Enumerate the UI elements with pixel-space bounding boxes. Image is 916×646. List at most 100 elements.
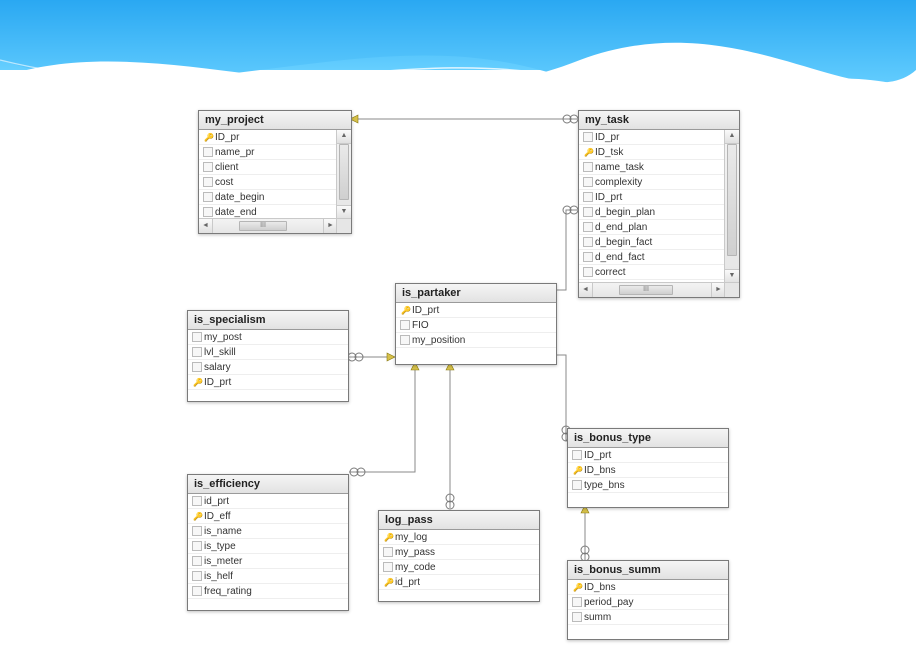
vertical-scrollbar[interactable]: ▲ ▼: [336, 130, 351, 219]
column-name: my_pass: [395, 547, 435, 558]
table-column-row[interactable]: period_pay: [568, 595, 728, 610]
column-icon: [192, 525, 204, 537]
table-title: is_bonus_type: [568, 429, 728, 448]
er-diagram-canvas[interactable]: my_project 🔑ID_prname_prclientcostdate_b…: [0, 0, 916, 646]
table-column-row[interactable]: 🔑my_log: [379, 530, 539, 545]
table-column-row[interactable]: lvl_skill: [188, 345, 348, 360]
scroll-thumb[interactable]: [339, 144, 349, 200]
table-columns: 🔑ID_prname_prclientcostdate_begindate_en…: [199, 130, 337, 220]
column-icon: [583, 176, 595, 188]
column-name: is_helf: [204, 571, 233, 582]
table-columns: ID_pr🔑ID_tskname_taskcomplexity ID_prt d_b…: [579, 130, 725, 280]
table-column-row[interactable]: is_meter: [188, 554, 348, 569]
table-title: my_task: [579, 111, 739, 130]
scroll-down-icon[interactable]: ▼: [725, 269, 739, 283]
table-log_pass[interactable]: log_pass 🔑my_logmy_passmy_code🔑id_prt: [378, 510, 540, 602]
table-column-row[interactable]: d_begin_plan: [579, 205, 725, 220]
column-icon: [572, 611, 584, 623]
table-column-row[interactable]: type_bns: [568, 478, 728, 493]
table-column-row[interactable]: d_end_fact: [579, 250, 725, 265]
horizontal-scrollbar[interactable]: ◄ III ►: [199, 218, 337, 233]
table-is_bonus_type[interactable]: is_bonus_type ID_prt🔑ID_bnstype_bns: [567, 428, 729, 508]
horizontal-scrollbar[interactable]: ◄ III ►: [579, 282, 725, 297]
scroll-left-icon[interactable]: ◄: [579, 283, 593, 297]
scroll-up-icon[interactable]: ▲: [337, 130, 351, 144]
table-column-row[interactable]: cost: [199, 175, 337, 190]
scroll-corner: [336, 218, 351, 233]
column-name: cost: [215, 177, 233, 188]
column-name: d_end_fact: [595, 252, 645, 263]
table-is_partaker[interactable]: is_partaker 🔑ID_prtFIOmy_position: [395, 283, 557, 365]
column-name: ID_prt: [595, 192, 622, 203]
table-is_specialism[interactable]: is_specialism my_postlvl_skillsalary🔑ID_…: [187, 310, 349, 402]
scroll-thumb[interactable]: [727, 144, 737, 256]
primary-key-icon: 🔑: [383, 576, 395, 588]
scroll-thumb[interactable]: III: [619, 285, 673, 295]
table-column-row[interactable]: 🔑ID_tsk: [579, 145, 725, 160]
vertical-scrollbar[interactable]: ▲ ▼: [724, 130, 739, 283]
column-icon: [192, 585, 204, 597]
scroll-left-icon[interactable]: ◄: [199, 219, 213, 233]
scroll-right-icon[interactable]: ►: [711, 283, 725, 297]
table-column-row[interactable]: 🔑ID_prt: [188, 375, 348, 390]
column-name: id_prt: [204, 496, 229, 507]
table-column-row[interactable]: complexity: [579, 175, 725, 190]
column-icon: [192, 346, 204, 358]
table-column-row[interactable]: my_post: [188, 330, 348, 345]
column-name: freq_rating: [204, 586, 252, 597]
table-column-row[interactable]: client: [199, 160, 337, 175]
column-name: ID_bns: [584, 465, 616, 476]
table-column-row[interactable]: is_type: [188, 539, 348, 554]
table-columns: ID_prt🔑ID_bnstype_bns: [568, 448, 728, 493]
table-column-row[interactable]: summ: [568, 610, 728, 625]
table-column-row[interactable]: date_begin: [199, 190, 337, 205]
table-my_task[interactable]: my_task ID_pr🔑ID_tskname_taskcomplexityI…: [578, 110, 740, 298]
scroll-right-icon[interactable]: ►: [323, 219, 337, 233]
column-name: period_pay: [584, 597, 633, 608]
column-icon: [203, 191, 215, 203]
table-column-row[interactable]: 🔑ID_bns: [568, 463, 728, 478]
column-icon: [192, 570, 204, 582]
table-column-row[interactable]: my_pass: [379, 545, 539, 560]
scroll-up-icon[interactable]: ▲: [725, 130, 739, 144]
table-my_project[interactable]: my_project 🔑ID_prname_prclientcostdate_b…: [198, 110, 352, 234]
column-name: is_meter: [204, 556, 242, 567]
table-column-row[interactable]: d_end_plan: [579, 220, 725, 235]
table-columns: id_prt 🔑ID_effis_name is_type is_meter is_he…: [188, 494, 348, 599]
table-column-row[interactable]: 🔑ID_pr: [199, 130, 337, 145]
table-column-row[interactable]: name_pr: [199, 145, 337, 160]
table-column-row[interactable]: salary: [188, 360, 348, 375]
column-name: is_type: [204, 541, 236, 552]
table-column-row[interactable]: my_position: [396, 333, 556, 348]
table-column-row[interactable]: 🔑id_prt: [379, 575, 539, 590]
primary-key-icon: 🔑: [572, 581, 584, 593]
table-column-row[interactable]: is_helf: [188, 569, 348, 584]
scroll-down-icon[interactable]: ▼: [337, 205, 351, 219]
table-is_bonus_summ[interactable]: is_bonus_summ 🔑ID_bns period_paysumm: [567, 560, 729, 640]
table-column-row[interactable]: my_code: [379, 560, 539, 575]
table-column-row[interactable]: correct: [579, 265, 725, 280]
table-column-row[interactable]: 🔑ID_prt: [396, 303, 556, 318]
table-column-row[interactable]: 🔑ID_eff: [188, 509, 348, 524]
table-column-row[interactable]: freq_rating: [188, 584, 348, 599]
column-icon: [583, 236, 595, 248]
table-is_efficiency[interactable]: is_efficiency id_prt🔑ID_effis_nameis_typ…: [187, 474, 349, 611]
column-icon: [583, 161, 595, 173]
column-icon: [583, 251, 595, 263]
table-title: is_bonus_summ: [568, 561, 728, 580]
table-column-row[interactable]: ID_pr: [579, 130, 725, 145]
table-column-row[interactable]: 🔑ID_bns: [568, 580, 728, 595]
table-column-row[interactable]: id_prt: [188, 494, 348, 509]
column-name: ID_prt: [204, 377, 231, 388]
column-name: d_begin_fact: [595, 237, 652, 248]
column-name: ID_tsk: [595, 147, 623, 158]
table-column-row[interactable]: FIO: [396, 318, 556, 333]
table-column-row[interactable]: is_name: [188, 524, 348, 539]
primary-key-icon: 🔑: [192, 376, 204, 388]
table-column-row[interactable]: ID_prt: [568, 448, 728, 463]
scroll-thumb[interactable]: III: [239, 221, 287, 231]
column-name: date_begin: [215, 192, 265, 203]
table-column-row[interactable]: ID_prt: [579, 190, 725, 205]
table-column-row[interactable]: d_begin_fact: [579, 235, 725, 250]
table-column-row[interactable]: name_task: [579, 160, 725, 175]
